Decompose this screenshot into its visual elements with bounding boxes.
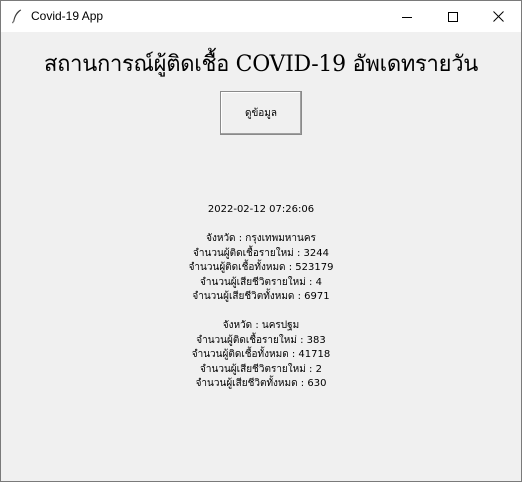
minimize-icon xyxy=(402,7,412,26)
total-deaths: จำนวนผู้เสียชีวิตทั้งหมด : 6971 xyxy=(192,291,330,302)
main-content: สถานการณ์ผู้ติดเชื้อ COVID-19 อัพเดทรายว… xyxy=(1,32,521,481)
total-deaths: จำนวนผู้เสียชีวิตทั้งหมด : 630 xyxy=(195,378,327,389)
minimize-button[interactable] xyxy=(384,1,430,32)
new-cases: จำนวนผู้ติดเชื้อรายใหม่ : 383 xyxy=(196,334,326,346)
close-icon xyxy=(492,7,504,26)
update-timestamp: 2022-02-12 07:26:06 xyxy=(207,204,315,215)
app-window: Covid-19 App สถานการณ์ผู้ติดเชื้อ COVID-… xyxy=(0,0,522,482)
close-button[interactable] xyxy=(475,1,521,32)
new-deaths: จำนวนผู้เสียชีวิตรายใหม่ : 2 xyxy=(200,363,322,375)
new-cases: จำนวนผู้ติดเชื้อรายใหม่ : 3244 xyxy=(193,247,329,259)
new-deaths: จำนวนผู้เสียชีวิตรายใหม่ : 4 xyxy=(200,276,322,288)
page-title: สถานการณ์ผู้ติดเชื้อ COVID-19 อัพเดทรายว… xyxy=(44,52,478,77)
province-name: จังหวัด : กรุงเทพมหานคร xyxy=(206,233,316,244)
window-title: Covid-19 App xyxy=(31,9,104,23)
maximize-icon xyxy=(448,7,458,26)
title-bar[interactable]: Covid-19 App xyxy=(1,1,521,32)
total-cases: จำนวนผู้ติดเชื้อทั้งหมด : 523179 xyxy=(188,262,334,273)
maximize-button[interactable] xyxy=(430,1,476,32)
feather-icon xyxy=(9,8,25,24)
total-cases: จำนวนผู้ติดเชื้อทั้งหมด : 41718 xyxy=(191,349,331,360)
covid-report: 2022-02-12 07:26:06 จังหวัด : กรุงเทพมหา… xyxy=(1,203,521,392)
province-name: จังหวัด : นครปฐม xyxy=(222,320,300,331)
view-data-button[interactable]: ดูข้อมูล xyxy=(220,91,302,135)
